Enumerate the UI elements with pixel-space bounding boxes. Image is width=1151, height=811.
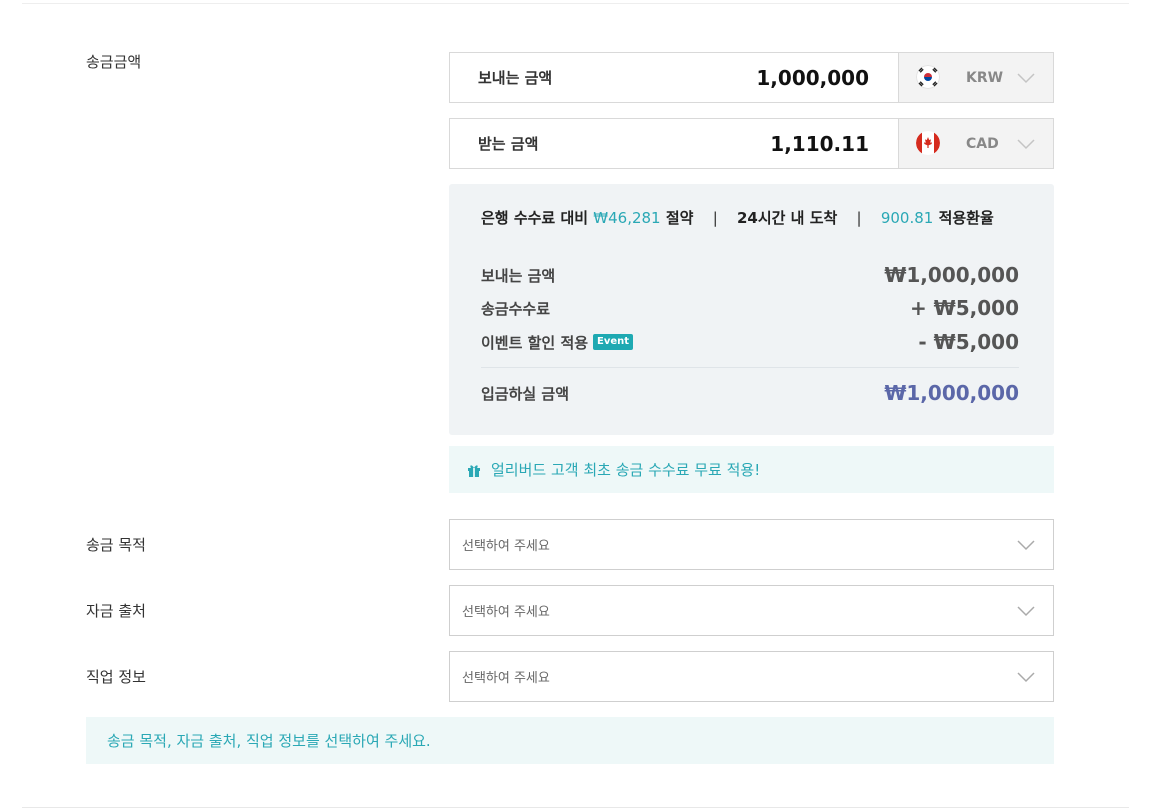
purpose-select[interactable]: 선택하여 주세요 [449, 519, 1054, 570]
savings-suffix: 절약 [665, 209, 694, 227]
occupation-label: 직업 정보 [86, 668, 146, 686]
summary-divider [481, 367, 1019, 368]
remit-summary-panel: 은행 수수료 대비 ₩46,281 절약 | 24시간 내 도착 | 900.8… [449, 184, 1054, 435]
canada-flag-icon [916, 131, 940, 155]
receive-amount-label: 받는 금액 [478, 135, 539, 153]
selection-notice: 송금 목적, 자금 출처, 직업 정보를 선택하여 주세요. [86, 717, 1054, 764]
chevron-down-icon [1017, 135, 1035, 154]
savings-amount: ₩46,281 [593, 209, 661, 227]
summary-line-fee: 송금수수료 + ₩5,000 [481, 296, 1019, 320]
occupation-select[interactable]: 선택하여 주세요 [449, 651, 1054, 702]
summary-line-label: 이벤트 할인 적용 Event [481, 332, 634, 353]
exchange-rate-label: 적용환율 [938, 209, 994, 227]
summary-line-label: 보내는 금액 [481, 266, 556, 285]
summary-line-value: + ₩5,000 [909, 296, 1019, 320]
send-amount-label: 보내는 금액 [478, 69, 553, 87]
total-label: 입금하실 금액 [481, 384, 570, 403]
exchange-rate-value: 900.81 [880, 209, 934, 227]
summary-line-label: 송금수수료 [481, 299, 551, 318]
chevron-down-icon [1017, 668, 1035, 687]
receive-currency-select[interactable]: CAD [898, 119, 1053, 168]
savings-prefix: 은행 수수료 대비 [481, 209, 589, 227]
chevron-down-icon [1017, 69, 1035, 88]
fund-source-placeholder: 선택하여 주세요 [462, 605, 550, 620]
bottom-divider [22, 807, 1129, 808]
gift-icon [466, 462, 482, 478]
event-badge: Event [593, 334, 634, 350]
notice-text: 송금 목적, 자금 출처, 직업 정보를 선택하여 주세요. [107, 732, 431, 750]
purpose-placeholder: 선택하여 주세요 [462, 539, 550, 554]
promo-banner: 얼리버드 고객 최초 송금 수수료 무료 적용! [449, 446, 1054, 493]
summary-line-discount: 이벤트 할인 적용 Event - ₩5,000 [481, 330, 1019, 354]
purpose-label: 송금 목적 [86, 536, 146, 554]
send-amount-input[interactable]: 1,000,000 [756, 66, 869, 90]
headline-separator: | [856, 209, 862, 227]
fund-source-label: 자금 출처 [86, 602, 146, 620]
top-divider [22, 3, 1129, 4]
fund-source-select[interactable]: 선택하여 주세요 [449, 585, 1054, 636]
occupation-placeholder: 선택하여 주세요 [462, 671, 550, 686]
discount-label: 이벤트 할인 적용 [481, 333, 589, 352]
send-amount-row: 보내는 금액 1,000,000 KRW [449, 52, 1054, 103]
promo-text: 얼리버드 고객 최초 송금 수수료 무료 적용! [491, 461, 761, 479]
send-currency-select[interactable]: KRW [898, 53, 1053, 102]
chevron-down-icon [1017, 536, 1035, 555]
summary-total: 입금하실 금액 ₩1,000,000 [481, 381, 1019, 405]
remit-section-label: 송금금액 [86, 53, 142, 71]
summary-line-send: 보내는 금액 ₩1,000,000 [481, 263, 1019, 287]
summary-line-value: ₩1,000,000 [884, 263, 1019, 287]
send-currency-code: KRW [966, 69, 1004, 86]
arrival-time: 24시간 내 도착 [736, 209, 838, 227]
chevron-down-icon [1017, 602, 1035, 621]
receive-amount-row: 받는 금액 1,110.11 CAD [449, 118, 1054, 169]
receive-amount-input[interactable]: 1,110.11 [770, 132, 869, 156]
headline-separator: | [712, 209, 718, 227]
receive-currency-code: CAD [966, 135, 999, 152]
summary-headline: 은행 수수료 대비 ₩46,281 절약 | 24시간 내 도착 | 900.8… [481, 207, 994, 228]
total-value: ₩1,000,000 [884, 381, 1019, 405]
korea-flag-icon [916, 65, 940, 89]
summary-line-value: - ₩5,000 [918, 330, 1019, 354]
